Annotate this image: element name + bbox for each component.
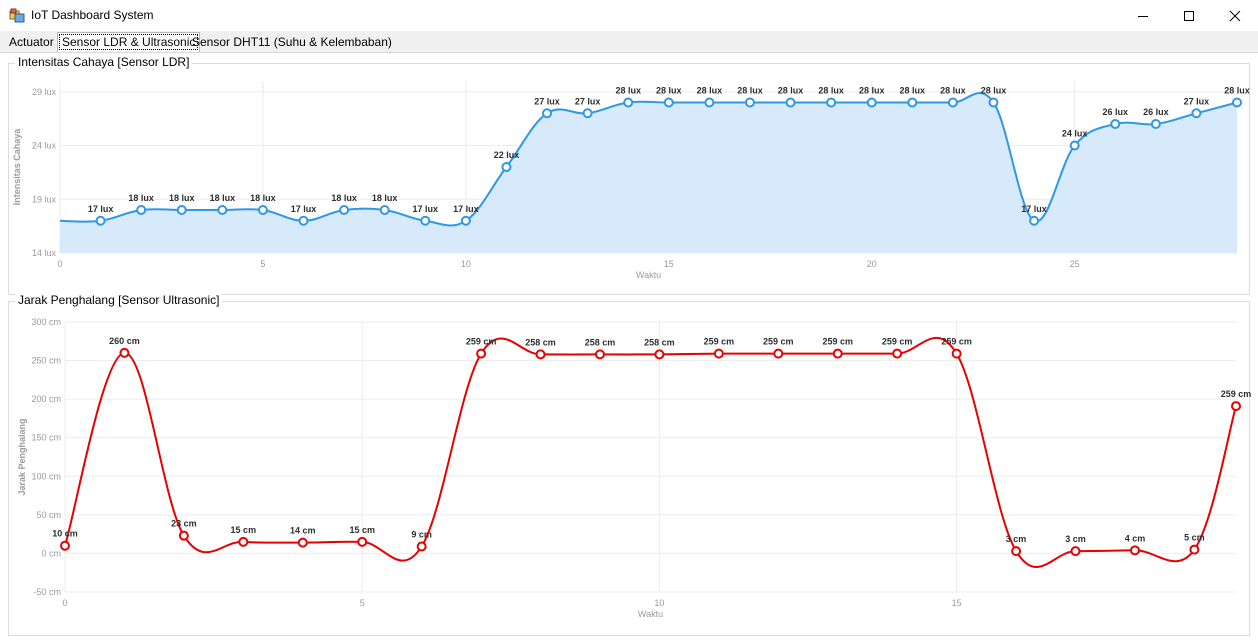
title-bar: IoT Dashboard System (0, 0, 1258, 31)
tab-sensor-dht11[interactable]: Sensor DHT11 (Suhu & Kelembaban) (188, 34, 396, 51)
ultrasonic-group-title: Jarak Penghalang [Sensor Ultrasonic] (15, 293, 223, 307)
minimize-icon (1138, 15, 1148, 17)
close-icon (1229, 10, 1241, 21)
maximize-button[interactable] (1166, 0, 1212, 31)
close-button[interactable] (1212, 0, 1258, 31)
maximize-icon (1184, 10, 1194, 21)
ldr-group: Intensitas Cahaya [Sensor LDR] (8, 55, 1250, 295)
ldr-group-title: Intensitas Cahaya [Sensor LDR] (15, 55, 193, 69)
ultrasonic-group: Jarak Penghalang [Sensor Ultrasonic] (8, 293, 1250, 636)
tab-strip: Actuator Sensor LDR & Ultrasonic Sensor … (0, 31, 1258, 53)
tab-panel: Intensitas Cahaya [Sensor LDR] Jarak Pen… (0, 52, 1258, 643)
window-title: IoT Dashboard System (31, 8, 154, 22)
minimize-button[interactable] (1120, 0, 1166, 31)
tab-sensor-ldr-ultrasonic[interactable]: Sensor LDR & Ultrasonic (57, 32, 201, 52)
app-icon (9, 8, 25, 23)
tab-actuator[interactable]: Actuator (5, 34, 58, 51)
